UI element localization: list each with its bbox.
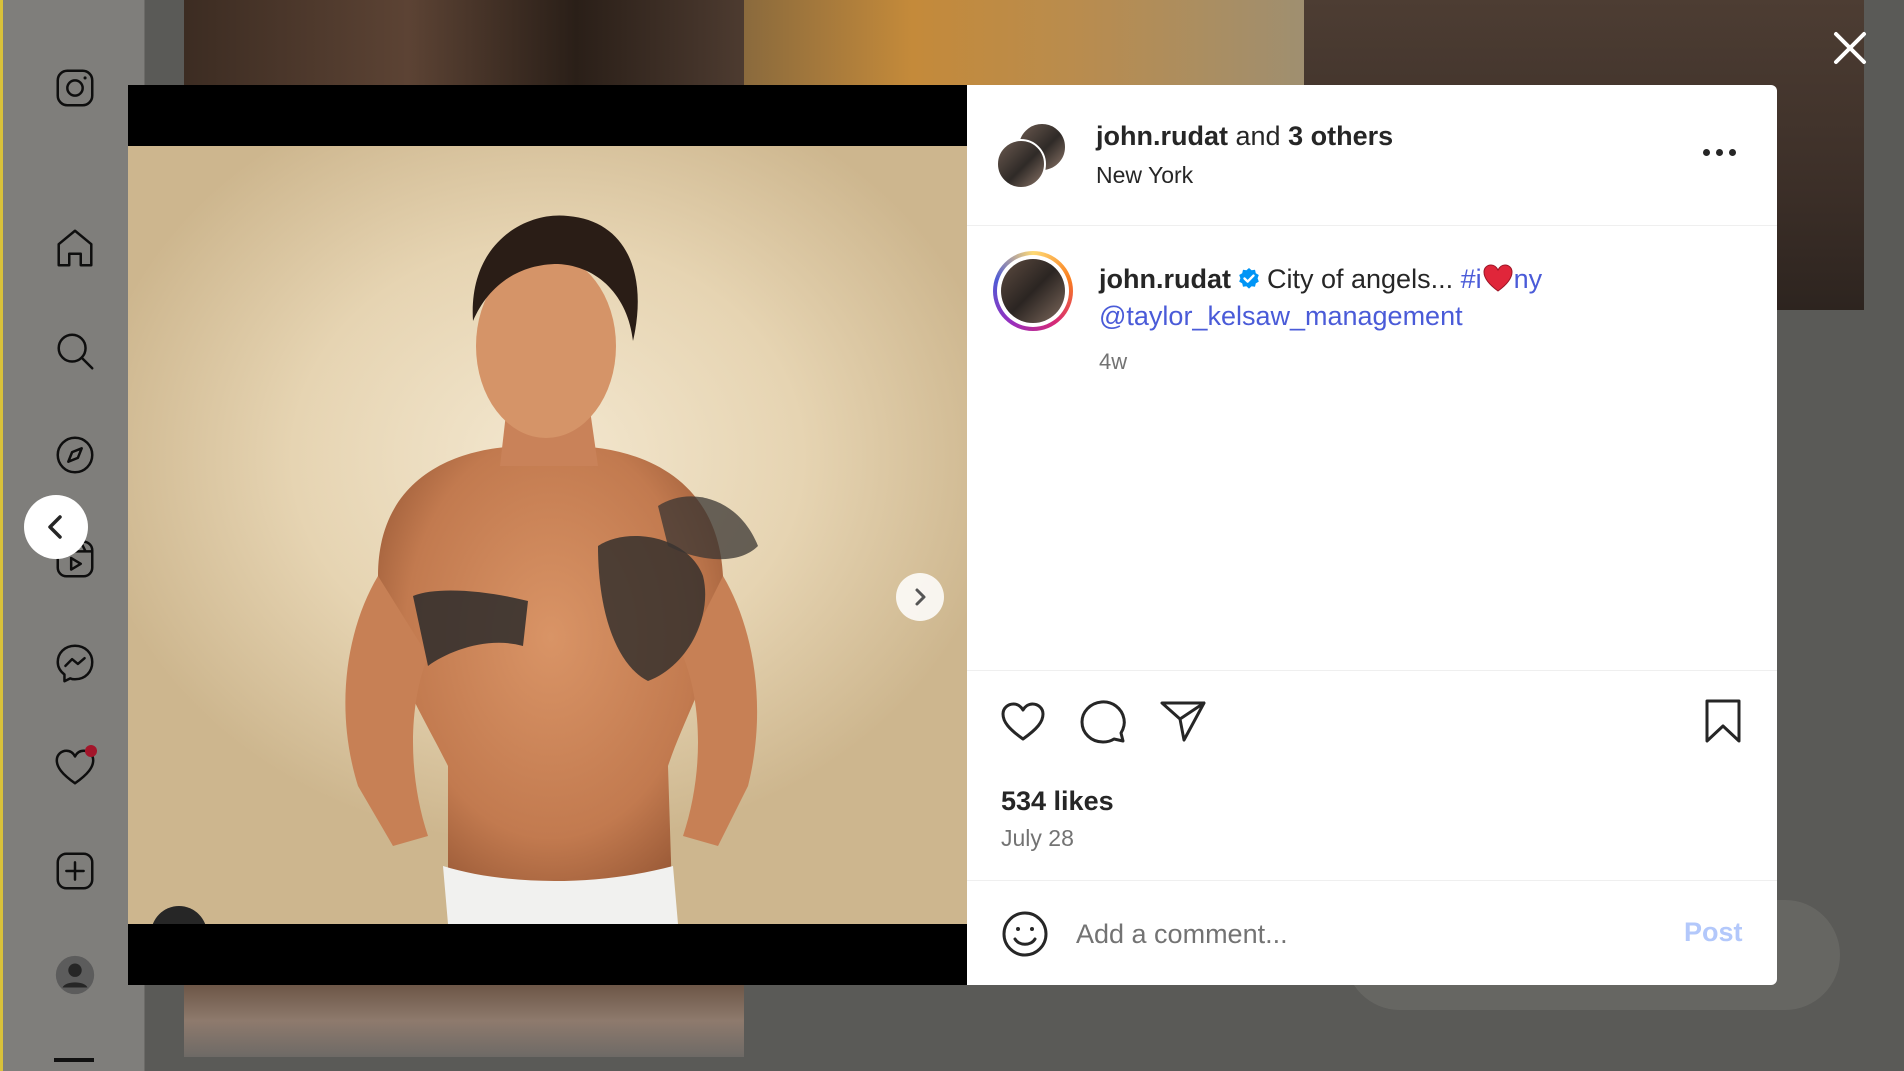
next-photo-button[interactable] [896,573,944,621]
likes-count[interactable]: 534 likes [1001,786,1114,817]
post-media [128,85,967,985]
feed-thumbnail [184,985,744,1057]
others-link[interactable]: 3 others [1288,121,1393,151]
authors-connector: and [1235,121,1281,151]
hashtag-suffix: ny [1513,264,1543,294]
notifications-heart-icon[interactable] [49,741,101,793]
person-image [345,215,758,924]
post-photo[interactable] [128,146,967,924]
post-header: john.rudat and 3 others New York [967,85,1777,226]
hashtag-prefix: #i [1460,264,1482,294]
post-authors: john.rudat and 3 others [1096,121,1393,152]
comment-button[interactable] [1077,695,1129,747]
share-button[interactable] [1157,695,1209,747]
caption-avatar[interactable] [993,251,1073,331]
feed-thumbnail [184,0,744,85]
hashtag-link[interactable]: #i ny [1461,264,1543,294]
save-button[interactable] [1697,695,1749,747]
search-icon[interactable] [49,325,101,377]
caption-age[interactable]: 4w [1099,349,1127,375]
author-username[interactable]: john.rudat [1096,121,1228,151]
comment-input[interactable] [1074,909,1638,959]
notification-dot [85,745,97,757]
like-button[interactable] [997,695,1049,747]
home-icon[interactable] [49,222,101,274]
post-location[interactable]: New York [1096,162,1193,189]
close-icon[interactable] [1830,28,1870,68]
comment-box: Post [967,880,1777,985]
heart-icon [1001,702,1045,741]
previous-post-button[interactable] [24,495,88,559]
post-sidebar: john.rudat and 3 others New York john.ru… [967,85,1777,985]
post-modal: john.rudat and 3 others New York john.ru… [128,85,1777,985]
more-options-icon[interactable] [1703,149,1737,159]
emoji-icon[interactable] [1001,910,1049,958]
mention-link[interactable]: @taylor_kelsaw_management [1099,301,1463,331]
bookmark-icon [1705,699,1741,743]
chevron-right-icon [915,588,926,606]
post-comment-button[interactable]: Post [1684,917,1743,948]
comment-icon [1080,700,1126,744]
instagram-icon[interactable] [49,62,101,114]
caption-body: City of angels... [1266,264,1454,294]
more-menu-icon[interactable] [54,1058,94,1062]
caption-username[interactable]: john.rudat [1099,264,1231,294]
user-icon [167,922,191,924]
post-actions: 534 likes July 28 [967,670,1777,866]
create-icon[interactable] [49,845,101,897]
profile-avatar[interactable] [49,949,101,1001]
red-heart-emoji-icon [1483,264,1513,292]
caption-section: john.rudat City of angels... #i ny @taylor… [967,225,1777,665]
chevron-left-icon [48,515,62,539]
explore-icon[interactable] [49,429,101,481]
author-avatar[interactable] [996,139,1046,189]
feed-thumbnail [744,0,1304,85]
send-icon [1160,701,1206,742]
post-date[interactable]: July 28 [1001,825,1074,852]
caption-text: john.rudat City of angels... #i ny @taylor… [1099,261,1739,335]
messenger-icon[interactable] [49,637,101,689]
verified-badge-icon [1239,268,1259,289]
